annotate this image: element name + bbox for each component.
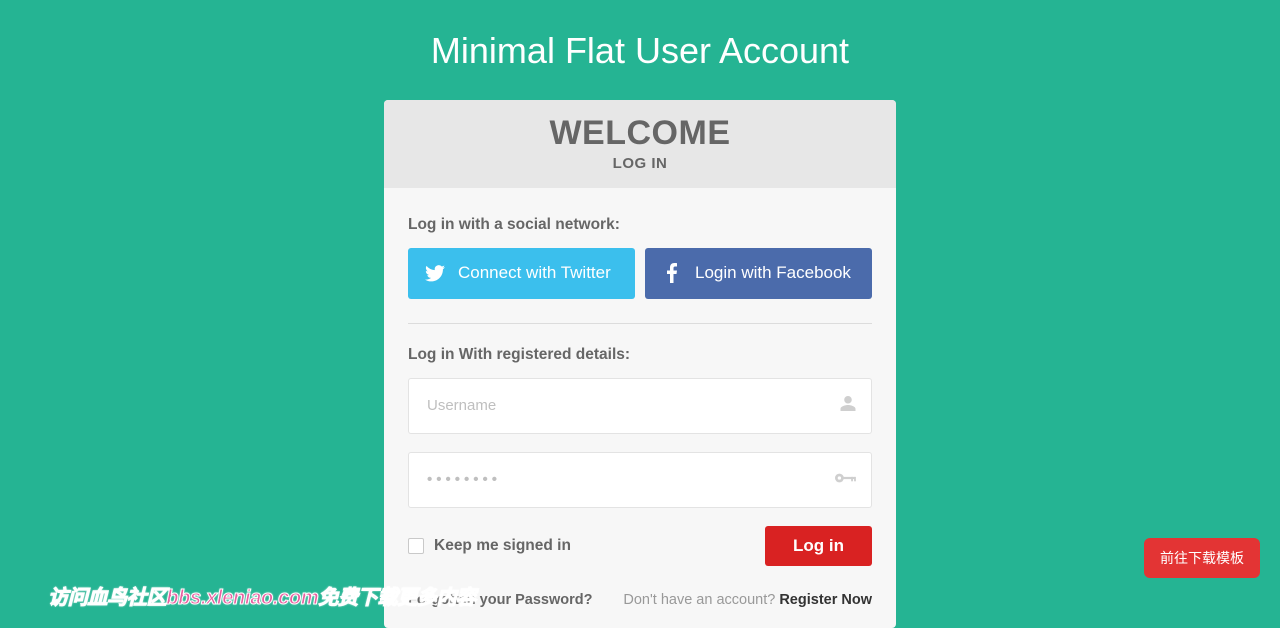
divider [408,323,872,324]
twitter-icon [424,265,446,282]
form-section-label: Log in With registered details: [408,346,872,364]
user-icon [839,394,857,417]
keep-signed-label[interactable]: Keep me signed in [408,537,571,555]
password-field-wrap [408,452,872,508]
welcome-subtitle: LOG IN [384,155,896,172]
watermark-text: 访问血鸟社区bbs.xleniao.com免费下载更多内容 [48,581,476,610]
facebook-button-label: Login with Facebook [695,262,851,285]
twitter-button-label: Connect with Twitter [458,262,611,285]
row-actions: Keep me signed in Log in [408,526,872,566]
keep-signed-text: Keep me signed in [434,537,571,555]
welcome-heading: WELCOME [384,114,896,153]
social-section-label: Log in with a social network: [408,216,872,234]
username-field[interactable] [409,379,871,433]
register-link[interactable]: Register Now [779,592,872,608]
login-card: WELCOME LOG IN Log in with a social netw… [384,100,896,628]
key-icon [835,471,857,489]
download-template-button[interactable]: 前往下载模板 [1144,538,1260,578]
no-account-text: Don't have an account? [623,592,779,608]
facebook-login-button[interactable]: Login with Facebook [645,248,872,299]
card-header: WELCOME LOG IN [384,100,896,188]
twitter-connect-button[interactable]: Connect with Twitter [408,248,635,299]
card-body: Log in with a social network: Connect wi… [384,188,896,628]
username-field-wrap [408,378,872,434]
keep-signed-checkbox[interactable] [408,538,424,554]
register-prompt: Don't have an account? Register Now [623,592,872,608]
page-title: Minimal Flat User Account [0,0,1280,100]
social-row: Connect with Twitter Login with Facebook [408,248,872,299]
login-button[interactable]: Log in [765,526,872,566]
password-field[interactable] [409,453,871,507]
footer-links: Forgotten your Password? Don't have an a… [408,592,872,608]
facebook-icon [661,263,683,283]
